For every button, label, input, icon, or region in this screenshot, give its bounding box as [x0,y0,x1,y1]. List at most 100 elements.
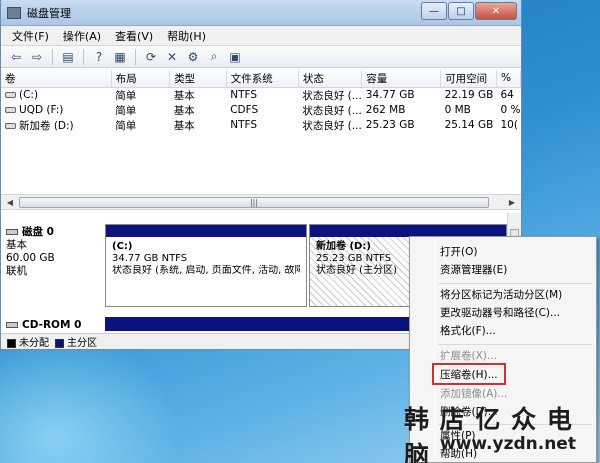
console-tree-icon[interactable]: ▤ [59,49,77,65]
cell-capacity: 34.77 GB [365,89,415,101]
column-type[interactable]: 类型 [169,70,227,88]
table-row[interactable]: UQD (F:) 简单 基本 CDFS 状态良好 (... 262 MB 0 M… [1,103,521,118]
menu-item-explorer[interactable]: 资源管理器(E) [438,261,507,279]
drive-icon [5,92,16,98]
properties-icon[interactable]: ▦ [111,49,129,65]
column-layout[interactable]: 布局 [111,70,171,88]
menu-help[interactable]: 帮助(H) [160,28,213,44]
find-icon[interactable]: ⌕ [205,49,223,65]
menu-separator [438,283,592,284]
cd-drive-icon [5,107,16,113]
partition-size: 34.77 GB NTFS [112,253,188,264]
column-percent[interactable]: % [496,70,521,88]
title-bar[interactable]: 磁盘管理 — □ ✕ [1,0,521,26]
cell-layout: 简单 [115,119,137,132]
arrow-right-icon[interactable]: ⇨ [28,49,46,65]
menu-item-open[interactable]: 打开(O) [438,243,477,261]
cell-percent: 10( [500,119,518,131]
cell-layout: 简单 [115,104,137,117]
table-row[interactable]: (C:) 简单 基本 NTFS 状态良好 (... 34.77 GB 22.19… [1,87,521,103]
arrow-left-icon[interactable]: ⇦ [7,49,25,65]
cell-volume: 新加卷 (D:) [1,118,111,133]
menu-bar: 文件(F) 操作(A) 查看(V) 帮助(H) [1,26,521,46]
cell-filesystem: NTFS [230,119,258,131]
table-row[interactable]: 新加卷 (D:) 简单 基本 NTFS 状态良好 (... 25.23 GB 2… [1,118,521,133]
drive-icon [5,122,16,129]
partition-name: 新加卷 (D:) [316,241,371,252]
cell-volume: UQD (F:) [1,103,111,118]
cell-volume: (C:) [1,87,111,103]
cell-type: 基本 [173,104,195,117]
cell-status: 状态良好 (... [302,119,362,132]
primary-swatch [55,338,64,348]
disk-name: 磁盘 0 [22,226,54,238]
cell-free-space: 25.14 GB [444,119,494,131]
maximize-button[interactable]: □ [448,2,474,20]
cell-status: 状态良好 (... [302,104,362,117]
disk-icon [6,229,18,235]
column-free-space[interactable]: 可用空间 [440,70,497,88]
watermark-url: www.yzdn.net [440,434,576,454]
toolbar-separator [52,48,53,65]
disk-status: 联机 [6,265,27,277]
window-controls: — □ ✕ [421,2,517,20]
highlight-box [432,363,506,385]
scroll-right-icon[interactable]: ▶ [505,196,519,209]
column-filesystem[interactable]: 文件系统 [226,70,299,88]
column-capacity[interactable]: 容量 [361,70,442,88]
cdrom-0-label[interactable]: CD-ROM 0 [6,319,102,332]
menu-item-change-drive-letter[interactable]: 更改驱动器号和路径(C)... [438,304,560,322]
menu-file[interactable]: 文件(F) [5,28,56,44]
cdrom-name: CD-ROM 0 [22,319,82,331]
cell-percent: 0 % [500,104,521,116]
cell-status: 状态良好 (... [302,89,362,102]
window-title: 磁盘管理 [27,6,71,20]
menu-item-format[interactable]: 格式化(F)... [438,322,496,340]
table-header-row: 卷 布局 类型 文件系统 状态 容量 可用空间 % [1,70,521,88]
menu-action[interactable]: 操作(A) [56,28,108,44]
disk-type: 基本 [6,239,27,251]
scroll-left-icon[interactable]: ◀ [3,196,17,209]
refresh-icon[interactable]: ⟳ [142,49,160,65]
menu-item-mark-active[interactable]: 将分区标记为活动分区(M) [438,286,562,304]
menu-separator [438,344,592,345]
partition-name: (C:) [112,241,133,252]
cell-free-space: 0 MB [444,104,471,116]
cell-free-space: 22.19 GB [444,89,494,101]
cdrom-partition[interactable] [105,317,411,333]
volume-table: 卷 布局 类型 文件系统 状态 容量 可用空间 % (C:) 简单 基本 NTF… [1,70,521,133]
disk-management-icon [7,6,21,19]
cell-type: 基本 [173,119,195,132]
unallocated-swatch [7,338,16,348]
disk-size: 60.00 GB [6,252,55,264]
help-icon[interactable]: ? [90,49,108,65]
scrollbar-thumb[interactable]: ||| [19,197,489,208]
cell-filesystem: NTFS [230,89,258,101]
column-status[interactable]: 状态 [298,70,363,88]
close-button[interactable]: ✕ [475,2,517,20]
toolbar-separator [83,48,84,65]
toolbar: ⇦ ⇨ ▤ ? ▦ ⟳ ✕ ⚙ ⌕ ▣ [1,46,521,68]
minimize-button[interactable]: — [421,2,447,20]
partition-bar [106,225,306,237]
cell-filesystem: CDFS [230,104,259,116]
column-volume[interactable]: 卷 [1,70,112,88]
disk-0-label[interactable]: 磁盘 0 基本 60.00 GB 联机 [6,226,102,278]
cell-percent: 64 [500,89,514,101]
tile-icon[interactable]: ▣ [226,49,244,65]
partition-status: 状态良好 (系统, 启动, 页面文件, 活动, 故障 [112,265,300,276]
cell-capacity: 25.23 GB [365,119,415,131]
settings-icon[interactable]: ⚙ [184,49,202,65]
horizontal-scrollbar[interactable]: ◀ ||| ▶ [1,194,521,210]
partition-c[interactable]: (C:) 34.77 GB NTFS 状态良好 (系统, 启动, 页面文件, 活… [105,224,307,307]
menu-view[interactable]: 查看(V) [108,28,160,44]
legend-unallocated: 未分配 [7,334,49,349]
cell-type: 基本 [173,89,195,102]
toolbar-separator [135,48,136,65]
cell-capacity: 262 MB [365,104,406,116]
cell-layout: 简单 [115,89,137,102]
legend-primary: 主分区 [55,334,97,349]
partition-bar [105,317,411,331]
delete-icon[interactable]: ✕ [163,49,181,65]
cdrom-icon [6,322,18,328]
